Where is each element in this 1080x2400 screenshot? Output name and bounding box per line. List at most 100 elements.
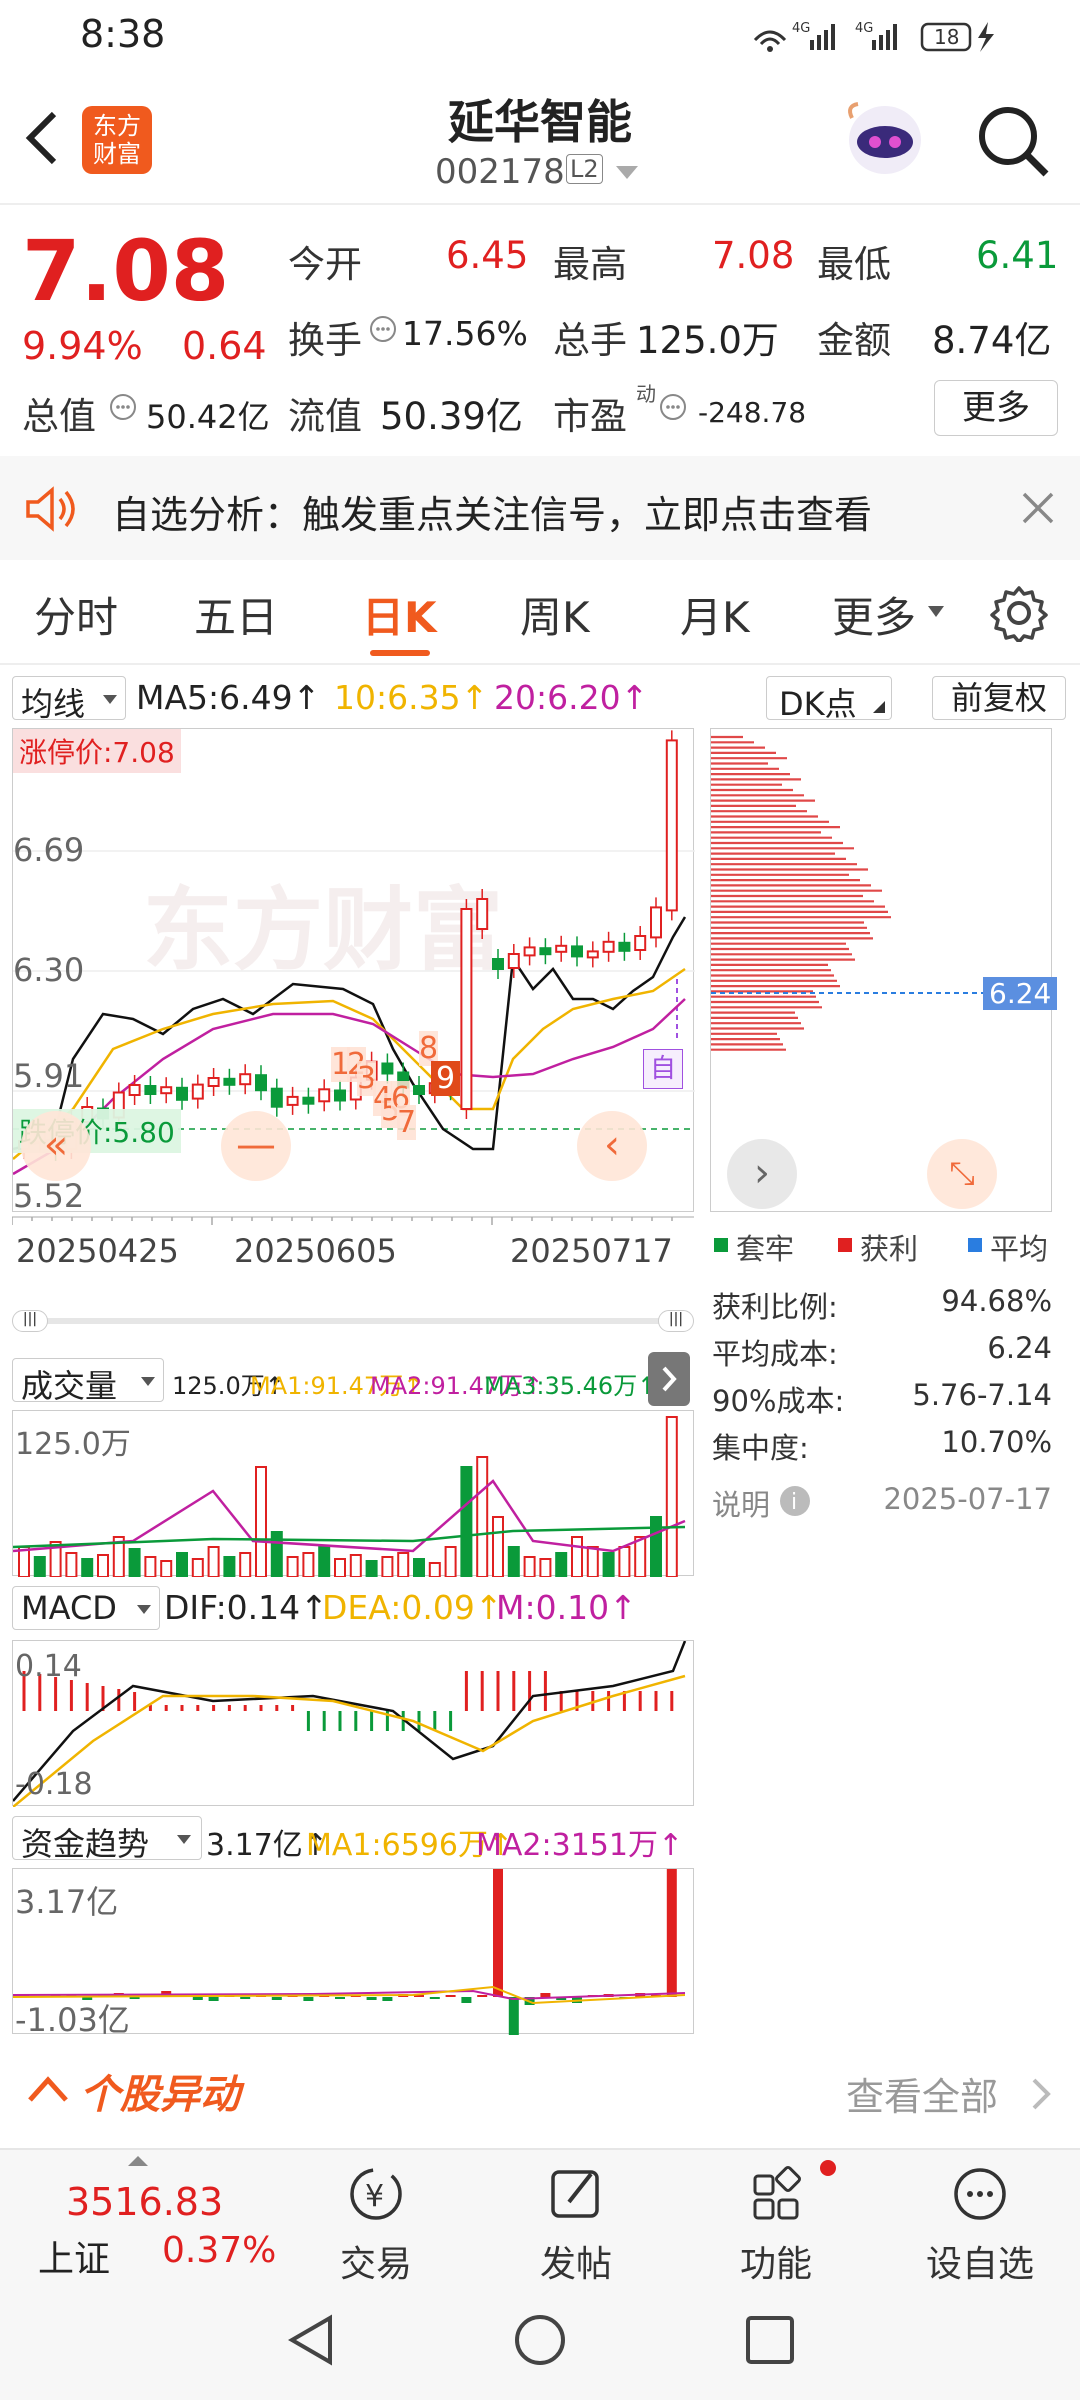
fund-selector-label: 资金趋势 bbox=[21, 1825, 150, 1863]
nav-add-watchlist[interactable]: 设自选 bbox=[910, 2162, 1050, 2287]
volume-bar bbox=[302, 1552, 315, 1578]
volume-bar bbox=[444, 1546, 457, 1578]
info-icon[interactable] bbox=[368, 314, 398, 344]
macd-chart[interactable]: 0.14 -0.18 bbox=[12, 1640, 694, 1808]
range-slider[interactable]: ||| ||| bbox=[12, 1310, 694, 1332]
nav-post[interactable]: 发帖 bbox=[506, 2162, 646, 2287]
chip-stat-row: 集中度: 10.70% bbox=[712, 1425, 1052, 1465]
search-icon[interactable] bbox=[976, 104, 1052, 180]
volume-bar bbox=[586, 1546, 599, 1578]
macd-dif: DIF:0.14↑ bbox=[164, 1588, 328, 1627]
chip-stats: 获利比例: 94.68% 平均成本: 6.24 90%成本: 5.76-7.14 集中… bbox=[712, 1284, 1052, 1536]
open-value: 6.45 bbox=[446, 234, 529, 277]
chip-note-link[interactable]: 说明 bbox=[712, 1488, 770, 1522]
ma20-value: 20:6.20↑ bbox=[494, 678, 649, 717]
low-value: 6.41 bbox=[976, 234, 1059, 277]
dropdown-icon[interactable] bbox=[616, 166, 638, 180]
info-icon[interactable] bbox=[658, 392, 688, 422]
chevron-up-icon[interactable] bbox=[26, 2072, 70, 2104]
expand-panel-button[interactable] bbox=[648, 1352, 690, 1406]
index-value[interactable]: 3516.83 bbox=[66, 2180, 223, 2224]
tab-monthly-k[interactable]: 月K bbox=[680, 584, 750, 645]
chevron-right-icon bbox=[662, 1366, 677, 1392]
chevron-right-icon[interactable]: › bbox=[727, 1139, 797, 1209]
expand-icon[interactable]: ⤡ bbox=[927, 1139, 997, 1209]
volume-bar bbox=[413, 1558, 425, 1578]
nav-function[interactable]: 功能 bbox=[706, 2162, 846, 2287]
amount-label: 金额 bbox=[817, 319, 891, 362]
macd-m: M:0.10↑ bbox=[496, 1588, 637, 1627]
adjust-button[interactable]: 前复权 bbox=[932, 676, 1066, 720]
float-value: 50.39亿 bbox=[380, 395, 523, 438]
recents-square-icon[interactable] bbox=[742, 2312, 798, 2368]
slider-handle-left[interactable]: ||| bbox=[12, 1310, 48, 1332]
ma-selector[interactable]: 均线 bbox=[12, 676, 126, 723]
net-label-2: 4G bbox=[855, 21, 873, 36]
volume-bar bbox=[334, 1558, 346, 1578]
index-name[interactable]: 上证 bbox=[38, 2230, 110, 2282]
gear-icon[interactable] bbox=[990, 584, 1048, 642]
fund-bar bbox=[240, 1997, 251, 1999]
level-badge[interactable]: L2 bbox=[566, 154, 603, 184]
tab-daily-k[interactable]: 日K bbox=[362, 584, 437, 645]
home-circle-icon[interactable] bbox=[512, 2312, 568, 2368]
volume-bar bbox=[81, 1558, 94, 1578]
signal-marker[interactable]: 9 bbox=[431, 1061, 461, 1096]
scroll-left-icon[interactable]: ‹ bbox=[577, 1111, 647, 1181]
tab-more[interactable]: 更多 bbox=[832, 584, 916, 645]
volume-selector[interactable]: 成交量 bbox=[12, 1358, 164, 1405]
svg-text:¥: ¥ bbox=[365, 2179, 384, 2214]
ma-selector-label: 均线 bbox=[21, 685, 86, 723]
macd-dea-line bbox=[12, 1674, 686, 1808]
volume-bar bbox=[97, 1554, 109, 1578]
volume-bar bbox=[665, 1416, 678, 1578]
macd-selector[interactable]: MACD bbox=[12, 1586, 160, 1630]
fund-bar bbox=[445, 1995, 456, 1997]
signal-marker[interactable]: 7 bbox=[397, 1105, 417, 1140]
close-icon[interactable] bbox=[1020, 490, 1056, 526]
volume-bar bbox=[191, 1558, 204, 1578]
slider-handle-right[interactable]: ||| bbox=[658, 1310, 694, 1332]
fund-axis-top: 3.17亿 bbox=[15, 1883, 119, 1921]
chevron-right-icon[interactable] bbox=[1030, 2076, 1054, 2112]
kline-chart[interactable]: 东方财富 涨停价:7.08 6.69 6.30 5.91 跌停价:5.80 5.… bbox=[12, 728, 695, 1215]
chip-distribution[interactable]: 6.24 › ⤡ bbox=[710, 728, 1058, 1212]
nav-trade[interactable]: ¥ 交易 bbox=[306, 2162, 446, 2287]
more-circle-icon bbox=[954, 2168, 1006, 2220]
scroll-left-far-icon[interactable]: « bbox=[21, 1111, 91, 1181]
volume-bar bbox=[239, 1552, 252, 1578]
volume-bar bbox=[255, 1466, 267, 1578]
legend-profit: 获利 bbox=[860, 1232, 919, 1266]
tab-weekly-k[interactable]: 周K bbox=[520, 584, 590, 645]
dropdown-icon[interactable] bbox=[928, 606, 944, 618]
volume-chart[interactable]: 125.0万 bbox=[12, 1410, 694, 1578]
volume-bar bbox=[555, 1552, 568, 1578]
fund-selector[interactable]: 资金趋势 bbox=[12, 1816, 202, 1863]
date-label: 20250425 bbox=[16, 1232, 179, 1270]
app-logo[interactable]: 东方 财富 bbox=[82, 106, 152, 174]
zoom-out-icon[interactable]: — bbox=[221, 1111, 291, 1181]
robot-avatar-icon[interactable] bbox=[840, 98, 930, 182]
fund-bar bbox=[429, 1997, 440, 1999]
signal-banner[interactable]: 自选分析：触发重点关注信号，立即点击查看 bbox=[0, 456, 1080, 560]
back-icon[interactable] bbox=[22, 108, 62, 168]
volume-bar bbox=[428, 1562, 441, 1578]
dk-point-button[interactable]: DK点 bbox=[766, 676, 892, 723]
info-icon[interactable]: i bbox=[778, 1484, 812, 1518]
volume-bar bbox=[65, 1552, 78, 1578]
back-triangle-icon[interactable] bbox=[284, 2312, 340, 2368]
info-icon[interactable] bbox=[108, 392, 138, 422]
more-button[interactable]: 更多 bbox=[934, 380, 1058, 436]
fund-axis-bottom: -1.03亿 bbox=[15, 2001, 130, 2039]
tab-intraday[interactable]: 分时 bbox=[34, 584, 118, 645]
fund-ma2: MA2:3151万↑ bbox=[476, 1828, 684, 1863]
high-label: 最高 bbox=[553, 243, 627, 286]
macd-selector-label: MACD bbox=[21, 1589, 117, 1627]
tab-five-day[interactable]: 五日 bbox=[194, 584, 278, 645]
view-all-link[interactable]: 查看全部 bbox=[846, 2066, 998, 2121]
volume-bar bbox=[381, 1556, 394, 1578]
bottom-nav: 3516.83 上证 0.37% ¥ 交易 发帖 功能 设自选 bbox=[0, 2148, 1080, 2285]
net-label-1: 4G bbox=[792, 21, 810, 36]
volume-bar bbox=[33, 1556, 46, 1578]
fund-chart[interactable]: 3.17亿 -1.03亿 bbox=[12, 1837, 694, 2039]
